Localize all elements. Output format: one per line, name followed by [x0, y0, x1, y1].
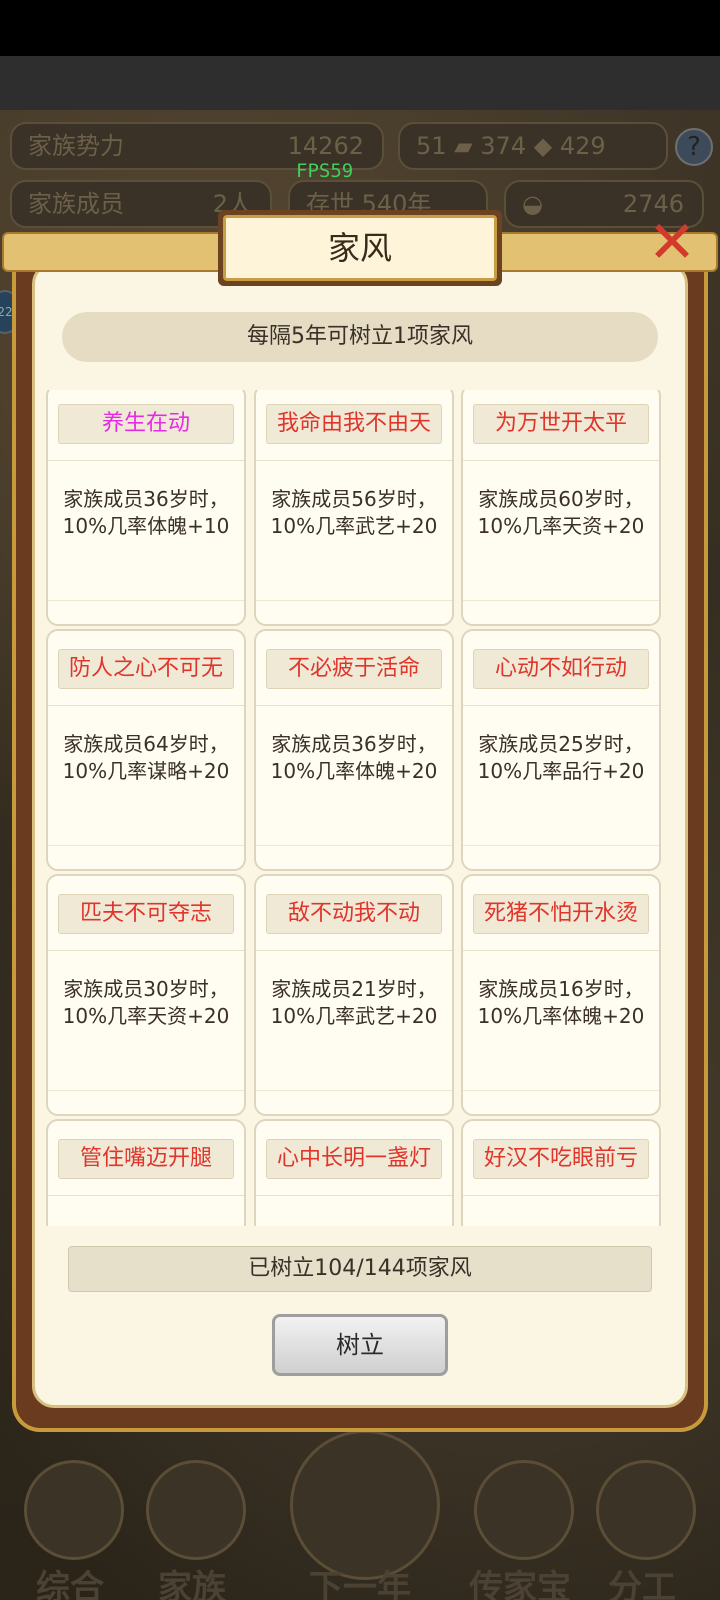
card-title: 为万世开太平	[473, 404, 649, 444]
nav-label: 下一年	[309, 1568, 411, 1600]
close-icon: ✕	[647, 208, 697, 276]
resource-a: 51	[416, 132, 447, 160]
resource-c: 429	[559, 132, 606, 160]
card-title: 管住嘴迈开腿	[58, 1139, 234, 1179]
card-description: 家族成员21岁时，10%几率武艺+20	[270, 977, 438, 1028]
card-title: 防人之心不可无	[58, 649, 234, 689]
card-footer-line	[48, 845, 244, 846]
card-divider	[48, 1195, 244, 1196]
family-style-card[interactable]: 养生在动家族成员36岁时，10%几率体魄+10	[46, 390, 246, 626]
silver-icon: ◆	[533, 132, 560, 160]
info-text: 每隔5年可树立1项家风	[62, 312, 658, 362]
nav-item-next-year[interactable]: 下一年	[290, 1430, 440, 1600]
family-power-label: 家族势力	[28, 132, 124, 160]
top-strip	[0, 56, 720, 110]
establish-button[interactable]: 树立	[272, 1314, 448, 1376]
card-divider	[463, 705, 659, 706]
card-title: 我命由我不由天	[266, 404, 442, 444]
gold-icon: ◒	[522, 190, 543, 218]
nav-item-general[interactable]: 综合	[10, 1460, 130, 1600]
person-icon	[596, 1460, 696, 1560]
family-style-card[interactable]: 防人之心不可无家族成员64岁时，10%几率谋略+20	[46, 629, 246, 871]
family-style-grid[interactable]: 养生在动 家族成员36岁时，10%几率体魄+10 我命由我不由天 家族成员56岁时，1…	[46, 390, 674, 1226]
card-title: 敌不动我不动	[266, 894, 442, 934]
house-icon	[146, 1460, 246, 1560]
nav-item-family[interactable]: 家族	[132, 1460, 252, 1600]
card-footer-line	[463, 1090, 659, 1091]
card-footer-line	[256, 845, 452, 846]
family-style-card[interactable]: 好汉不吃眼前亏	[461, 1119, 661, 1226]
mountain-icon	[290, 1430, 440, 1580]
nav-label: 综合	[36, 1568, 104, 1600]
card-description: 家族成员60岁时，10%几率天资+20	[477, 487, 645, 538]
family-style-card[interactable]: 匹夫不可夺志家族成员30岁时，10%几率天资+20	[46, 874, 246, 1116]
card-divider	[48, 460, 244, 461]
family-style-card[interactable]: 心动不如行动家族成员25岁时，10%几率品行+20	[461, 629, 661, 871]
family-style-card[interactable]: 为万世开太平家族成员60岁时，10%几率天资+20	[461, 390, 661, 626]
card-description: 家族成员64岁时，10%几率谋略+20	[62, 732, 230, 783]
close-button[interactable]: ✕	[640, 212, 704, 276]
card-divider	[48, 950, 244, 951]
family-style-card[interactable]: 心中长明一盏灯	[254, 1119, 454, 1226]
card-description: 家族成员36岁时，10%几率体魄+20	[270, 732, 438, 783]
card-divider	[256, 460, 452, 461]
fps-counter: FPS59	[296, 160, 354, 182]
scroll-icon	[24, 1460, 124, 1560]
family-style-card[interactable]: 我命由我不由天家族成员56岁时，10%几率武艺+20	[254, 390, 454, 626]
treasure-icon	[474, 1460, 574, 1560]
bottom-nav: 综合 家族 下一年 传家宝 分工	[0, 1430, 720, 1600]
card-divider	[256, 1195, 452, 1196]
card-divider	[463, 1195, 659, 1196]
status-bar	[0, 0, 720, 56]
nav-item-assign[interactable]: 分工	[582, 1460, 702, 1600]
card-footer-line	[256, 600, 452, 601]
card-title: 好汉不吃眼前亏	[473, 1139, 649, 1179]
nav-label: 分工	[608, 1568, 676, 1600]
card-footer-line	[48, 600, 244, 601]
card-description: 家族成员56岁时，10%几率武艺+20	[270, 487, 438, 538]
nav-label: 传家宝	[469, 1568, 571, 1600]
resource-box: 51 ▰ 374 ◆ 429	[398, 122, 668, 170]
card-description: 家族成员16岁时，10%几率体魄+20	[477, 977, 645, 1028]
card-description: 家族成员30岁时，10%几率天资+20	[62, 977, 230, 1028]
card-footer-line	[256, 1090, 452, 1091]
card-title: 心动不如行动	[473, 649, 649, 689]
nav-label: 家族	[158, 1568, 226, 1600]
card-divider	[463, 950, 659, 951]
card-footer-line	[463, 600, 659, 601]
ingot-icon: ▰	[454, 132, 481, 160]
family-style-card[interactable]: 敌不动我不动家族成员21岁时，10%几率武艺+20	[254, 874, 454, 1116]
nav-item-heirloom[interactable]: 传家宝	[460, 1460, 580, 1600]
family-style-card[interactable]: 不必疲于活命家族成员36岁时，10%几率体魄+20	[254, 629, 454, 871]
family-style-card[interactable]: 死猪不怕开水烫家族成员16岁时，10%几率体魄+20	[461, 874, 661, 1116]
card-title: 养生在动	[58, 404, 234, 444]
card-title: 死猪不怕开水烫	[473, 894, 649, 934]
family-style-card[interactable]: 管住嘴迈开腿	[46, 1119, 246, 1226]
card-divider	[256, 950, 452, 951]
card-title: 不必疲于活命	[266, 649, 442, 689]
title-plaque: 家风	[218, 210, 502, 286]
card-description: 家族成员25岁时，10%几率品行+20	[477, 732, 645, 783]
help-icon[interactable]: ?	[675, 128, 713, 166]
card-divider	[256, 705, 452, 706]
card-footer-line	[48, 1090, 244, 1091]
card-divider	[463, 460, 659, 461]
dialog-title: 家风	[223, 215, 497, 281]
card-title: 心中长明一盏灯	[266, 1139, 442, 1179]
card-title: 匹夫不可夺志	[58, 894, 234, 934]
family-members-label: 家族成员	[28, 190, 124, 218]
resource-b: 374	[480, 132, 527, 160]
card-description: 家族成员36岁时，10%几率体魄+10	[62, 487, 230, 538]
card-footer-line	[463, 845, 659, 846]
established-count: 已树立104/144项家风	[68, 1246, 652, 1292]
title-ribbon-left	[2, 232, 232, 272]
card-divider	[48, 705, 244, 706]
